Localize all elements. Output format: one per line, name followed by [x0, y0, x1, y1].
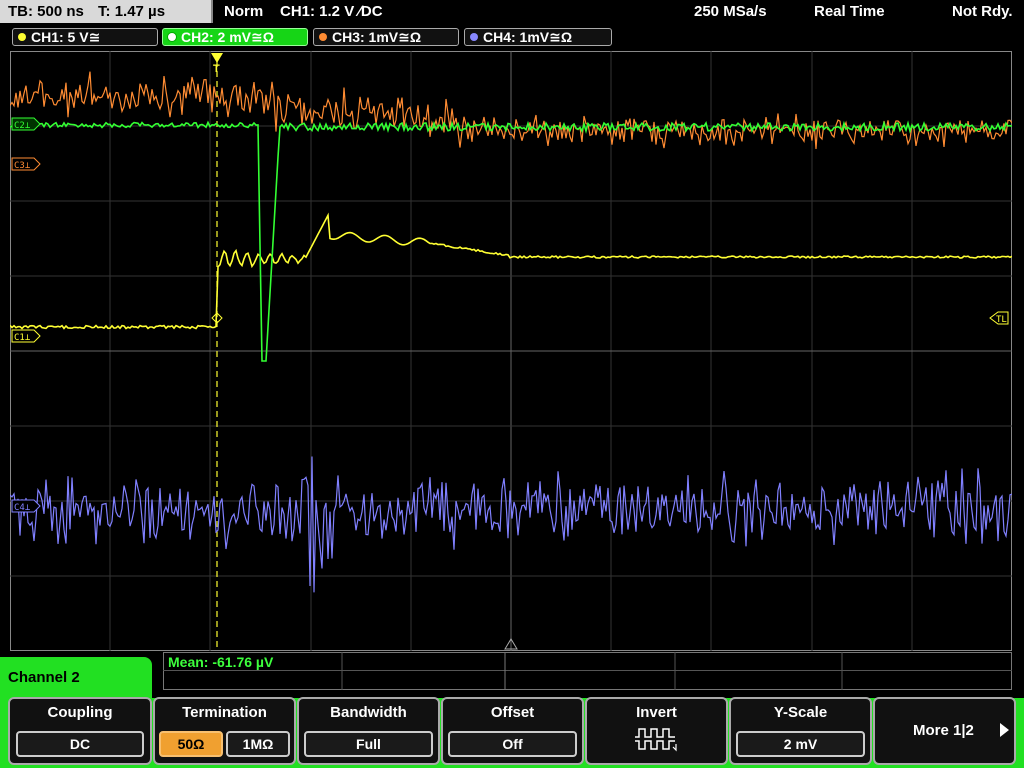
trigger-position-marker[interactable]: T: [211, 53, 223, 75]
ch4-ground-marker[interactable]: C4⊥: [11, 499, 41, 513]
ch3-ground-label: C3⊥: [14, 161, 31, 171]
ch2-ground-label: C2⊥: [14, 121, 31, 131]
more-label: More 1|2: [913, 722, 974, 739]
coupling-title: Coupling: [47, 704, 113, 721]
trigger-mode[interactable]: Norm: [224, 2, 263, 22]
offset-softkey[interactable]: Offset Off: [441, 697, 584, 765]
waveform-canvas: T C3⊥ C2⊥ C1⊥ C4⊥ TL: [10, 51, 1012, 651]
offset-value[interactable]: Off: [448, 731, 577, 757]
tab-ch2-label: CH2: 2 mV≅Ω: [181, 29, 274, 45]
measurement-grid: [341, 652, 843, 690]
coupling-softkey[interactable]: Coupling DC: [8, 697, 152, 765]
termination-1mohm-option[interactable]: 1MΩ: [226, 731, 290, 757]
trigger-setting[interactable]: CH1: 1.2 V ∕DC: [280, 2, 383, 22]
tab-ch4[interactable]: CH4: 1mV≅Ω: [464, 28, 612, 46]
offset-title: Offset: [490, 704, 535, 721]
tab-ch1-label: CH1: 5 V≅: [31, 29, 101, 45]
timebase-value: TB: 500 ns: [8, 3, 84, 20]
tab-ch3[interactable]: CH3: 1mV≅Ω: [313, 28, 459, 46]
invert-waveform-icon: [635, 728, 677, 752]
ready-state: Not Rdy.: [952, 3, 1013, 20]
bandwidth-title: Bandwidth: [330, 704, 407, 721]
ch3-dot-icon: [319, 33, 327, 41]
tab-ch3-label: CH3: 1mV≅Ω: [332, 29, 422, 45]
ch1-ground-marker[interactable]: C1⊥: [11, 329, 41, 343]
right-arrow-icon: [1000, 723, 1009, 737]
menu-title: Channel 2: [0, 657, 152, 701]
mean-measurement: Mean: -61.76 µV: [168, 654, 274, 670]
termination-title: Termination: [182, 704, 267, 721]
invert-softkey[interactable]: Invert: [585, 697, 728, 765]
trigger-level-marker[interactable]: TL: [989, 311, 1009, 325]
trigger-pos-label: T: [213, 63, 220, 75]
trigger-level-label: TL: [996, 315, 1007, 325]
invert-title: Invert: [636, 704, 677, 721]
yscale-softkey[interactable]: Y-Scale 2 mV: [729, 697, 872, 765]
ch3-ground-marker[interactable]: C3⊥: [11, 157, 41, 171]
termination-50ohm-option[interactable]: 50Ω: [159, 731, 223, 757]
bandwidth-value[interactable]: Full: [304, 731, 433, 757]
ch1-ground-label: C1⊥: [14, 333, 31, 343]
tab-ch4-label: CH4: 1mV≅Ω: [483, 29, 573, 45]
tab-ch2[interactable]: CH2: 2 mV≅Ω: [162, 28, 308, 46]
yscale-value[interactable]: 2 mV: [736, 731, 865, 757]
yscale-title: Y-Scale: [773, 704, 828, 721]
graticule: [10, 51, 1012, 651]
ch2-ground-marker[interactable]: C2⊥: [11, 117, 41, 131]
tab-ch1[interactable]: CH1: 5 V≅: [12, 28, 158, 46]
sample-rate: 250 MSa/s: [694, 3, 767, 20]
coupling-value[interactable]: DC: [16, 731, 144, 757]
trigger-time-value: T: 1.47 µs: [98, 3, 166, 20]
ch4-dot-icon: [470, 33, 478, 41]
termination-softkey[interactable]: Termination 50Ω 1MΩ: [153, 697, 296, 765]
ch4-ground-label: C4⊥: [14, 503, 31, 513]
timebase-box[interactable]: TB: 500 ns T: 1.47 µs: [0, 0, 213, 23]
ch2-dot-icon: [167, 32, 177, 42]
bandwidth-softkey[interactable]: Bandwidth Full: [297, 697, 440, 765]
ch1-dot-icon: [18, 33, 26, 41]
acquisition-mode: Real Time: [814, 3, 885, 20]
